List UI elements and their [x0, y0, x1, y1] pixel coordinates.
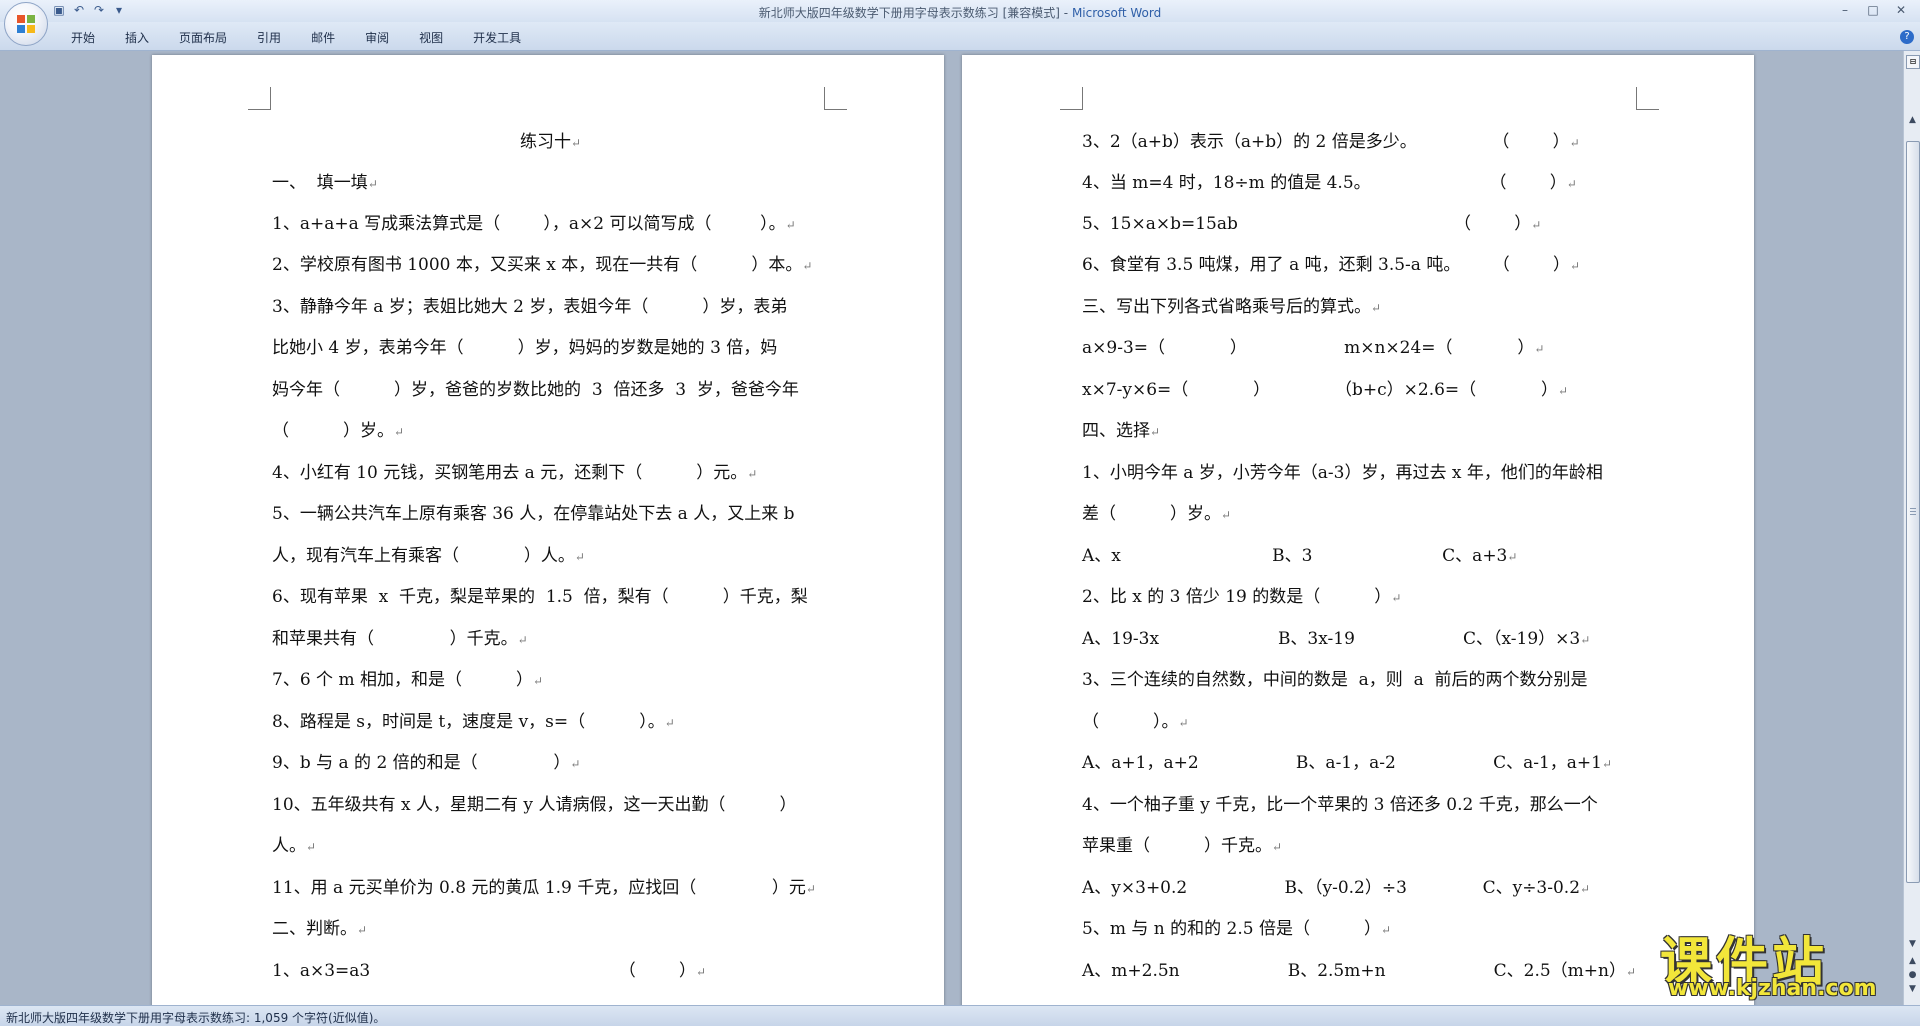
tab-references[interactable]: 引用	[242, 29, 296, 47]
close-button[interactable]: ✕	[1888, 2, 1914, 18]
doc-line: 差（ ）岁。↵	[1082, 504, 1232, 524]
doc-line: 4、一个柚子重 y 千克，比一个苹果的 3 倍还多 0.2 千克，那么一个	[1082, 795, 1598, 815]
doc-line: 和苹果共有（ ）千克。↵	[272, 629, 528, 649]
window-controls: – □ ✕	[1832, 2, 1914, 18]
margin-corner-mark	[824, 87, 847, 110]
browse-object-icon[interactable]: ●	[1905, 969, 1920, 982]
doc-line: 5、m 与 n 的和的 2.5 倍是（ ）↵	[1082, 919, 1392, 939]
doc-line: 四、选择↵	[1082, 421, 1161, 441]
doc-line: 1、小明今年 a 岁，小芳今年（a-3）岁，再过去 x 年，他们的年龄相	[1082, 463, 1603, 483]
scroll-down-arrow-icon[interactable]: ▼	[1905, 937, 1920, 951]
doc-line: 1、a×3=a3 （ ）↵	[272, 961, 707, 981]
doc-line: A、a+1，a+2 B、a-1，a-2 C、a-1，a+1↵	[1082, 753, 1613, 773]
page-right[interactable]: 3、2（a+b）表示（a+b）的 2 倍是多少。 （ ）↵ 4、当 m=4 时，…	[962, 55, 1754, 1005]
doc-line: 5、15×a×b=15ab （ ）↵	[1082, 214, 1542, 234]
next-page-icon[interactable]: ▼	[1905, 983, 1920, 996]
tab-insert[interactable]: 插入	[110, 29, 164, 47]
page-left[interactable]: 练习十↵ 一、 填一填↵ 1、a+a+a 写成乘法算式是（ ），a×2 可以简写…	[152, 55, 944, 1005]
watermark-logo: 课件站 www.kjzhan.com	[1660, 920, 1900, 1001]
doc-line: 人。↵	[272, 836, 317, 856]
doc-line: 11、用 a 元买单价为 0.8 元的黄瓜 1.9 千克，应找回（ ）元↵	[272, 878, 816, 898]
document-area[interactable]: 练习十↵ 一、 填一填↵ 1、a+a+a 写成乘法算式是（ ），a×2 可以简写…	[0, 51, 1903, 1005]
doc-line: 一、 填一填↵	[272, 173, 378, 193]
grip-line	[1910, 508, 1916, 509]
doc-line: A、m+2.5n B、2.5m+n C、2.5（m+n）↵	[1082, 961, 1637, 981]
doc-line: A、19-3x B、3x-19 C、（x-19）×3↵	[1082, 629, 1591, 649]
tab-mailings[interactable]: 邮件	[296, 29, 350, 47]
doc-line: 4、小红有 10 元钱，买钢笔用去 a 元，还剩下（ ）元。↵	[272, 463, 758, 483]
grip-line	[1910, 514, 1916, 515]
doc-line: 二、判断。↵	[272, 919, 368, 939]
doc-line: （ ）岁。↵	[272, 421, 405, 441]
watermark-url: www.kjzhan.com	[1668, 976, 1877, 1001]
doc-line: 苹果重（ ）千克。↵	[1082, 836, 1283, 856]
tab-review[interactable]: 审阅	[350, 29, 404, 47]
doc-line: 三、写出下列各式省略乘号后的算式。↵	[1082, 297, 1382, 317]
status-text: 新北师大版四年级数学下册用字母表示数练习: 1,059 个字符(近似值)。	[6, 1011, 386, 1025]
doc-line: 2、比 x 的 3 倍少 19 的数是（ ）↵	[1082, 587, 1402, 607]
doc-line: 妈今年（ ）岁，爸爸的岁数比她的 3 倍还多 3 岁，爸爸今年	[272, 380, 799, 400]
maximize-button[interactable]: □	[1860, 2, 1886, 18]
tab-developer[interactable]: 开发工具	[458, 29, 536, 47]
tab-view[interactable]: 视图	[404, 29, 458, 47]
ribbon-tabs: 开始 插入 页面布局 引用 邮件 审阅 视图 开发工具	[56, 29, 536, 47]
office-logo-icon	[17, 15, 35, 33]
minimize-button[interactable]: –	[1832, 2, 1858, 18]
status-bar: 新北师大版四年级数学下册用字母表示数练习: 1,059 个字符(近似值)。	[0, 1005, 1920, 1026]
doc-line: 3、三个连续的自然数，中间的数是 a，则 a 前后的两个数分别是	[1082, 670, 1588, 690]
scroll-thumb[interactable]	[1906, 141, 1920, 883]
doc-line: 7、6 个 m 相加，和是（ ）↵	[272, 670, 544, 690]
tab-page-layout[interactable]: 页面布局	[164, 29, 242, 47]
ribbon: 开始 插入 页面布局 引用 邮件 审阅 视图 开发工具 ?	[0, 22, 1920, 51]
previous-page-icon[interactable]: ▲	[1905, 955, 1920, 968]
window-title: 新北师大版四年级数学下册用字母表示数练习 [兼容模式] - Microsoft …	[758, 6, 1162, 20]
doc-line: 4、当 m=4 时，18÷m 的值是 4.5。 （ ）↵	[1082, 173, 1577, 193]
doc-line: 3、2（a+b）表示（a+b）的 2 倍是多少。 （ ）↵	[1082, 132, 1580, 152]
doc-line: （ ）。↵	[1082, 712, 1189, 732]
vertical-scrollbar[interactable]: ⊟ ▲ ▼ ▲ ● ▼	[1903, 51, 1920, 1005]
doc-line: 6、食堂有 3.5 吨煤，用了 a 吨，还剩 3.5-a 吨。 （ ）↵	[1082, 255, 1581, 275]
doc-line: 2、学校原有图书 1000 本，又买来 x 本，现在一共有（ ）本。↵	[272, 255, 813, 275]
tab-home[interactable]: 开始	[56, 29, 110, 47]
doc-line: 5、一辆公共汽车上原有乘客 36 人，在停靠站处下去 a 人，又上来 b	[272, 504, 795, 524]
doc-title: 练习十↵	[520, 132, 582, 152]
help-icon[interactable]: ?	[1900, 30, 1914, 44]
margin-corner-mark	[1636, 87, 1659, 110]
doc-line: 比她小 4 岁，表弟今年（ ）岁，妈妈的岁数是她的 3 倍，妈	[272, 338, 778, 358]
doc-line: x×7-y×6=（ ） （b+c）×2.6=（ ）↵	[1082, 380, 1569, 400]
doc-line: 6、现有苹果 x 千克，梨是苹果的 1.5 倍，梨有（ ）千克，梨	[272, 587, 808, 607]
title-bar: ▣ ↶ ↷ ▾ 新北师大版四年级数学下册用字母表示数练习 [兼容模式] - Mi…	[0, 0, 1920, 46]
doc-line: 3、静静今年 a 岁；表姐比她大 2 岁，表姐今年（ ）岁，表弟	[272, 297, 788, 317]
office-button[interactable]	[4, 2, 48, 46]
doc-line: a×9-3=（ ） m×n×24=（ ）↵	[1082, 338, 1545, 358]
doc-line: 10、五年级共有 x 人，星期二有 y 人请病假，这一天出勤（ ）	[272, 795, 797, 815]
scroll-up-arrow-icon[interactable]: ▲	[1905, 113, 1920, 127]
view-ruler-button[interactable]: ⊟	[1906, 55, 1920, 69]
doc-line: 人，现有汽车上有乘客（ ）人。↵	[272, 546, 585, 566]
doc-line: 9、b 与 a 的 2 倍的和是（ ）↵	[272, 753, 581, 773]
doc-line: A、y×3+0.2 B、（y-0.2）÷3 C、y÷3-0.2↵	[1082, 878, 1591, 898]
doc-line: 1、a+a+a 写成乘法算式是（ ），a×2 可以简写成（ ）。↵	[272, 214, 796, 234]
doc-line: A、x B、3 C、a+3↵	[1082, 546, 1518, 566]
doc-line: 8、路程是 s，时间是 t，速度是 v，s=（ ）。↵	[272, 712, 675, 732]
margin-corner-mark	[1060, 87, 1083, 110]
grip-line	[1910, 511, 1916, 512]
margin-corner-mark	[248, 87, 271, 110]
